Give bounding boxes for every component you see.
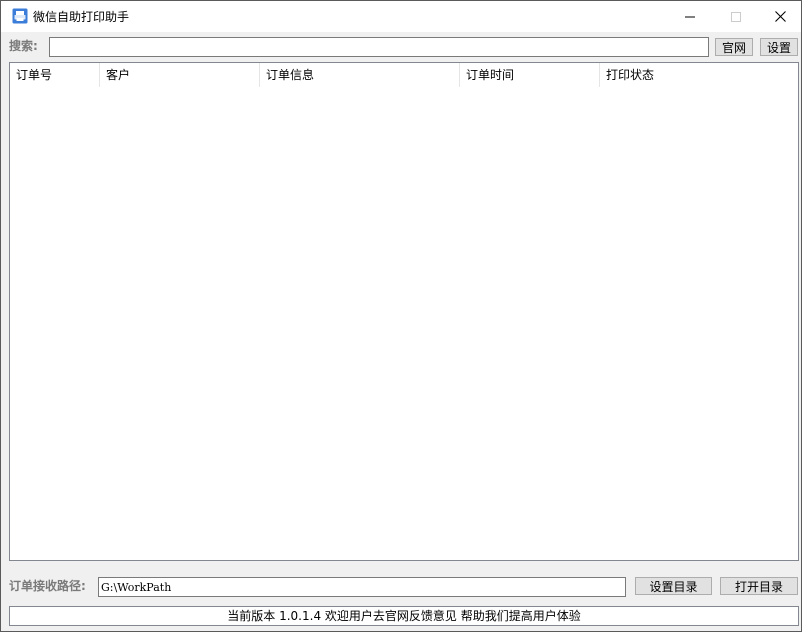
close-button[interactable]	[757, 1, 802, 32]
maximize-button[interactable]	[713, 1, 759, 32]
search-input[interactable]	[49, 37, 709, 57]
search-label: 搜索:	[9, 39, 38, 53]
column-header-print-status[interactable]: 打印状态	[600, 63, 720, 87]
title-bar[interactable]: 微信自助打印助手	[1, 1, 801, 32]
set-directory-button[interactable]: 设置目录	[635, 577, 712, 595]
close-icon	[774, 11, 786, 22]
status-bar: 当前版本 1.0.1.4 欢迎用户去官网反馈意见 帮助我们提高用户体验	[9, 606, 799, 626]
column-header-customer[interactable]: 客户	[100, 63, 260, 87]
open-directory-button[interactable]: 打开目录	[720, 577, 798, 595]
settings-button[interactable]: 设置	[760, 38, 798, 56]
column-header-order-info[interactable]: 订单信息	[260, 63, 460, 87]
maximize-icon	[731, 11, 741, 22]
window-title: 微信自助打印助手	[33, 10, 130, 24]
official-site-button[interactable]: 官网	[715, 38, 753, 56]
minimize-button[interactable]	[667, 1, 713, 32]
minimize-icon	[685, 16, 695, 17]
receive-path-input[interactable]	[98, 577, 626, 597]
printer-icon	[12, 8, 28, 24]
column-header-order-id[interactable]: 订单号	[10, 63, 100, 87]
column-header-order-time[interactable]: 订单时间	[460, 63, 600, 87]
order-list[interactable]: 订单号 客户 订单信息 订单时间 打印状态	[9, 62, 799, 561]
order-list-header: 订单号 客户 订单信息 订单时间 打印状态	[10, 63, 798, 87]
app-window: 微信自助打印助手 搜索: 官网 设置 订单号 客户 订单信息 订单时间 打印状态…	[0, 0, 802, 632]
receive-path-label: 订单接收路径:	[9, 579, 86, 593]
